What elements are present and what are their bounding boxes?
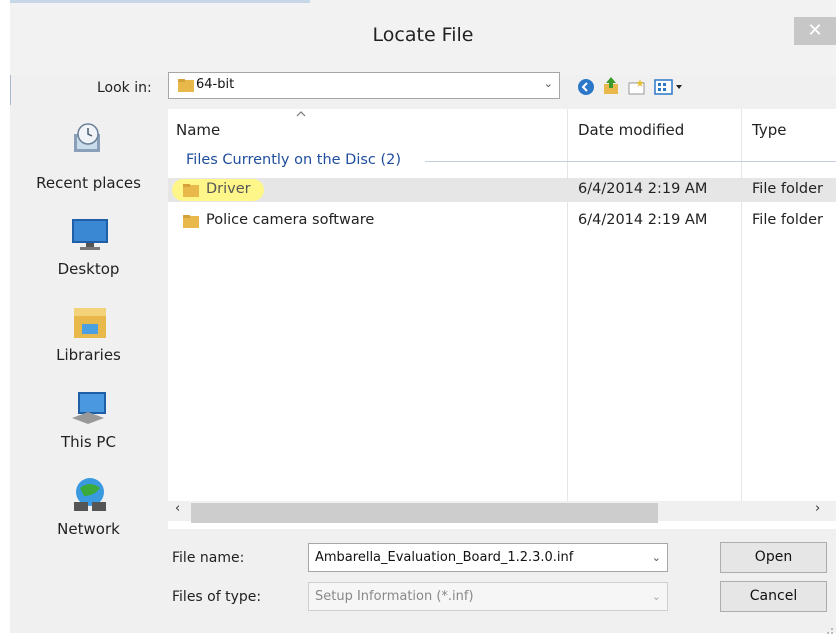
table-row[interactable] xyxy=(168,178,836,202)
dialog-title: Locate File xyxy=(372,24,474,46)
scroll-right-icon[interactable]: › xyxy=(815,501,820,516)
up-folder-icon[interactable] xyxy=(602,76,620,96)
chevron-down-icon[interactable]: ⌄ xyxy=(652,551,661,564)
column-separator xyxy=(741,109,742,501)
row-name: Police camera software xyxy=(206,212,375,228)
folder-icon xyxy=(183,184,199,197)
group-header-line xyxy=(425,161,836,162)
new-folder-icon[interactable] xyxy=(628,78,646,96)
file-list xyxy=(168,109,836,529)
column-header-type[interactable]: Type xyxy=(752,121,786,139)
cancel-button[interactable]: Cancel xyxy=(720,581,827,612)
row-date: 6/4/2014 2:19 AM xyxy=(578,181,708,197)
file-type-select[interactable]: Setup Information (*.inf) ⌄ xyxy=(308,582,668,611)
libraries-icon[interactable] xyxy=(70,302,110,342)
close-button[interactable]: ✕ xyxy=(794,17,836,45)
column-header-date[interactable]: Date modified xyxy=(578,121,684,139)
file-name-value: Ambarella_Evaluation_Board_1.2.3.0.inf xyxy=(315,550,574,565)
scrollbar-thumb[interactable] xyxy=(191,503,658,523)
file-type-value: Setup Information (*.inf) xyxy=(315,589,474,604)
look-in-value: 64-bit xyxy=(196,77,235,92)
place-label-recent[interactable]: Recent places xyxy=(10,174,167,192)
column-separator xyxy=(567,109,568,501)
look-in-combo[interactable]: 64-bit ⌄ xyxy=(168,72,560,99)
file-name-input[interactable]: Ambarella_Evaluation_Board_1.2.3.0.inf ⌄ xyxy=(308,543,668,572)
view-menu-icon[interactable] xyxy=(654,78,686,96)
chevron-down-icon: ⌄ xyxy=(651,590,661,603)
sort-ascending-icon xyxy=(296,111,306,117)
place-label-desktop[interactable]: Desktop xyxy=(10,260,167,278)
folder-icon xyxy=(178,79,194,92)
row-name: Driver xyxy=(206,181,251,197)
file-name-label: File name: xyxy=(172,550,245,566)
title-accent-line xyxy=(10,0,310,3)
group-header[interactable]: Files Currently on the Disc (2) xyxy=(186,152,401,168)
desktop-icon[interactable] xyxy=(70,215,110,255)
place-label-libraries[interactable]: Libraries xyxy=(10,346,167,364)
place-label-network[interactable]: Network xyxy=(10,520,167,538)
place-label-this-pc[interactable]: This PC xyxy=(10,433,167,451)
row-type: File folder xyxy=(752,181,823,197)
look-in-label: Look in: xyxy=(97,80,152,96)
open-button[interactable]: Open xyxy=(720,542,827,573)
recent-places-icon[interactable] xyxy=(70,120,110,160)
background-strip xyxy=(0,0,10,633)
chevron-down-icon: ⌄ xyxy=(543,77,553,90)
resize-grip-icon[interactable] xyxy=(824,620,834,634)
back-icon[interactable] xyxy=(577,78,595,96)
row-date: 6/4/2014 2:19 AM xyxy=(578,212,708,228)
row-type: File folder xyxy=(752,212,823,228)
network-icon[interactable] xyxy=(70,474,110,514)
scroll-left-icon[interactable]: ‹ xyxy=(175,501,180,516)
this-pc-icon[interactable] xyxy=(70,388,110,428)
column-header-name[interactable]: Name xyxy=(176,121,220,139)
file-type-label: Files of type: xyxy=(172,589,262,605)
folder-icon xyxy=(183,215,199,228)
